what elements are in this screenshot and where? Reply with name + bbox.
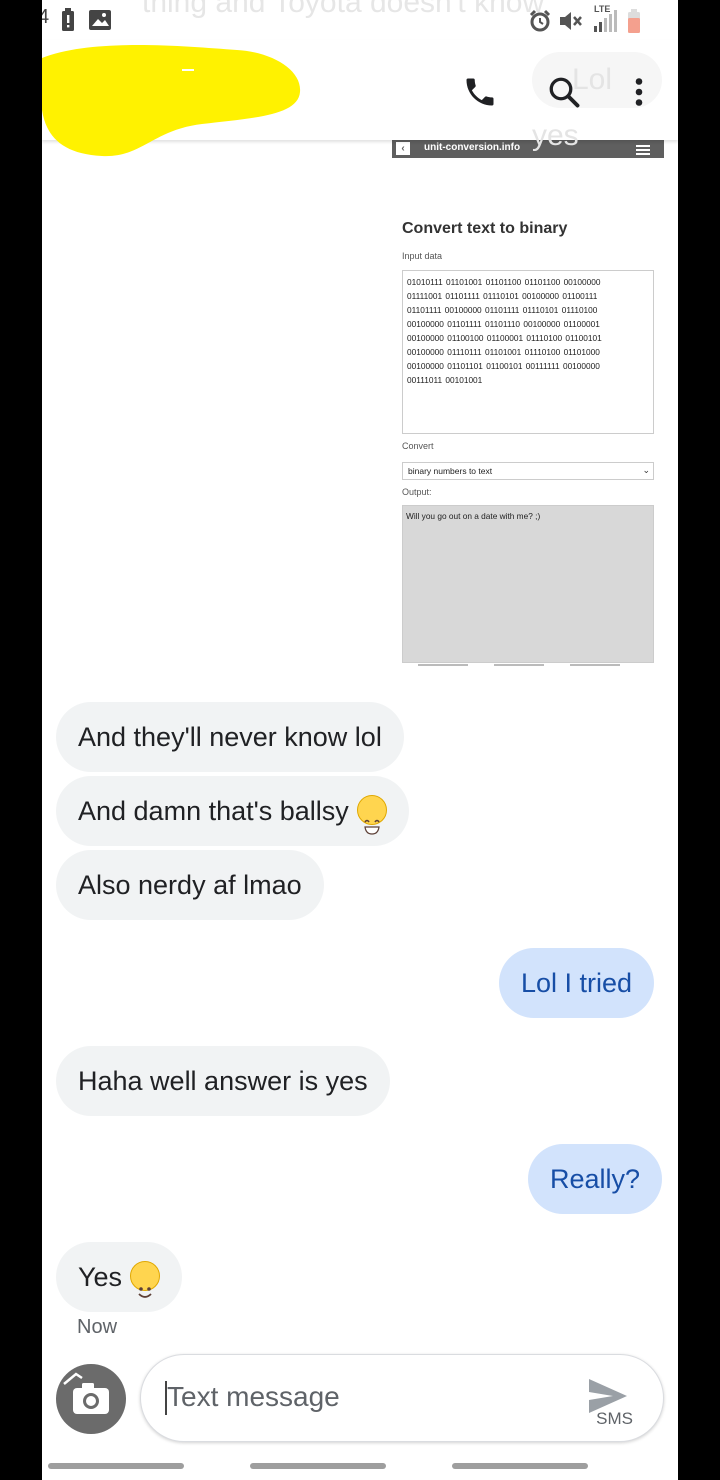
scroll-indicator xyxy=(494,664,544,666)
message-bubble-incoming[interactable]: Yes xyxy=(56,1242,183,1312)
message-bubble-incoming[interactable]: Haha well answer is yes xyxy=(56,1046,390,1116)
hamburger-icon xyxy=(636,145,650,157)
search-button[interactable] xyxy=(544,72,584,112)
site-name: unit-conversion.info xyxy=(424,142,521,153)
nav-bar-handle[interactable] xyxy=(48,1463,184,1469)
search-icon xyxy=(549,77,580,108)
battery-alert-icon xyxy=(62,8,74,31)
conversation-header: Lol yes xyxy=(42,40,678,157)
message-bubble-incoming[interactable]: And damn that's ballsy xyxy=(56,776,409,846)
phone-icon xyxy=(466,78,494,106)
more-vert-icon xyxy=(635,78,643,106)
more-options-button[interactable] xyxy=(619,72,659,112)
convert-select: binary numbers to text ⌄ xyxy=(402,462,654,480)
status-ghost-text: thing and Toyota doesn't know xyxy=(142,0,545,19)
message-bubble-incoming[interactable]: Also nerdy af lmao xyxy=(56,850,324,920)
binary-input: 01010111 01101001 01101100 01101100 0010… xyxy=(402,270,654,434)
browser-bar: ‹ unit-conversion.info xyxy=(392,140,664,158)
camera-icon xyxy=(63,1372,109,1414)
attach-media-button[interactable] xyxy=(56,1364,126,1434)
back-icon: ‹ xyxy=(396,142,410,155)
message-input[interactable]: Text message SMS xyxy=(140,1354,664,1442)
image-icon xyxy=(89,10,111,30)
message-placeholder: Text message xyxy=(167,1381,340,1412)
message-bubble-outgoing[interactable]: Lol I tried xyxy=(499,948,655,1018)
message-bubble-incoming[interactable]: And they'll never know lol xyxy=(56,702,404,772)
output-label: Output: xyxy=(402,487,432,497)
messages-screen: thing and Toyota doesn't know 4 LTE Lol … xyxy=(42,0,678,1480)
message-bubble-outgoing[interactable]: Really? xyxy=(528,1144,663,1214)
status-bar: thing and Toyota doesn't know 4 LTE xyxy=(42,0,678,40)
laughing-face-icon xyxy=(356,794,387,835)
shared-image-message[interactable]: ‹ unit-conversion.info Convert text to b… xyxy=(392,140,664,670)
output-text: Will you go out on a date with me? ;) xyxy=(402,505,654,663)
scroll-indicator xyxy=(570,664,620,666)
alarm-icon xyxy=(529,9,551,32)
input-label: Input data xyxy=(402,251,443,261)
call-button[interactable] xyxy=(460,72,500,112)
mute-icon xyxy=(560,12,582,30)
chevron-down-icon: ⌄ xyxy=(642,465,650,475)
smiling-face-icon xyxy=(130,1260,161,1298)
nav-bar-handle[interactable] xyxy=(452,1463,588,1469)
convert-label: Convert xyxy=(402,441,434,451)
battery-icon xyxy=(628,9,640,33)
clock-fragment: 4 xyxy=(42,6,50,28)
network-type-label: LTE xyxy=(594,4,611,14)
scroll-indicator xyxy=(418,664,468,666)
contact-name-redaction xyxy=(42,45,301,157)
send-sms-label: SMS xyxy=(596,1409,633,1428)
nav-bar-handle[interactable] xyxy=(250,1463,386,1469)
message-timestamp: Now xyxy=(77,1316,118,1338)
converter-title: Convert text to binary xyxy=(402,220,568,237)
